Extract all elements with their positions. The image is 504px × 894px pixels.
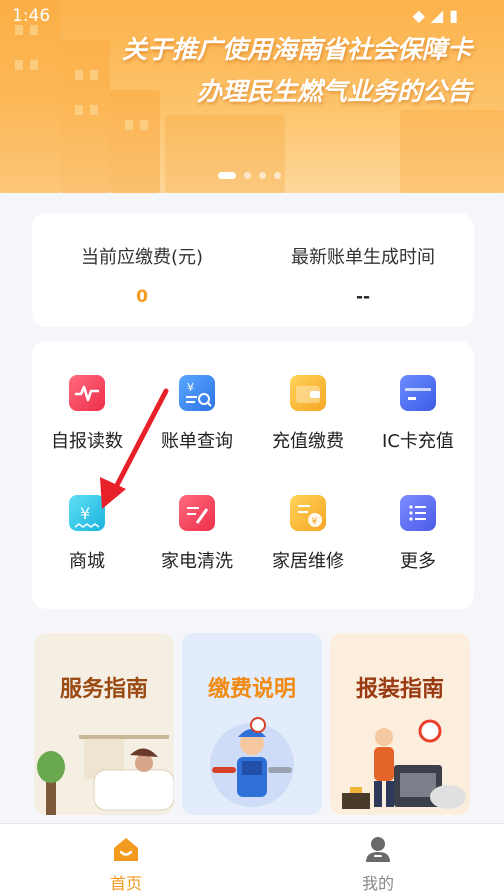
amount-due-label: 当前应缴费(元) xyxy=(80,247,204,268)
battery-icon: ▮ xyxy=(449,6,464,25)
menu-label: 商城 xyxy=(69,551,105,572)
bathroom-illustration xyxy=(37,735,174,815)
menu-item-ic-card[interactable]: IC卡充值 xyxy=(363,375,473,475)
latest-bill-section: 最新账单生成时间 -- xyxy=(252,213,474,327)
amount-due-section: 当前应缴费(元) 0 xyxy=(32,213,252,327)
note-edit-icon xyxy=(179,495,215,531)
menu-item-more[interactable]: 更多 xyxy=(363,495,473,595)
menu-label: IC卡充值 xyxy=(382,431,454,452)
card-icon xyxy=(400,375,436,411)
guide-title: 报装指南 xyxy=(355,677,444,702)
profile-icon xyxy=(366,837,390,862)
annotation-arrow xyxy=(100,388,169,509)
menu-item-recharge[interactable]: 充值缴费 xyxy=(253,375,363,475)
guide-title: 服务指南 xyxy=(59,677,148,702)
status-time: 1:46 xyxy=(12,6,51,26)
status-icons: ◆◢▮ xyxy=(413,6,464,25)
bill-summary-card: 当前应缴费(元) 0 最新账单生成时间 -- xyxy=(32,213,474,327)
nav-mine[interactable]: 我的 xyxy=(318,824,438,894)
menu-label: 家居维修 xyxy=(272,551,344,572)
installer-illustration xyxy=(342,719,466,809)
nav-home-label: 首页 xyxy=(109,874,142,893)
home-icon xyxy=(114,838,138,861)
carousel-dot xyxy=(259,172,266,179)
guide-card-service[interactable]: 服务指南 xyxy=(34,633,174,815)
guide-title: 缴费说明 xyxy=(207,677,296,702)
banner-title-line1: 关于推广使用海南省社会保障卡 xyxy=(121,35,472,64)
announcement-banner[interactable]: 1:46 ◆◢▮ 关于推广使用海南省社会保障卡 办理民生燃气业务的公告 xyxy=(0,0,504,193)
carousel-dot xyxy=(274,172,281,179)
bottom-navigation: 首页 我的 xyxy=(0,823,504,894)
wifi-icon: ◆ xyxy=(412,6,431,25)
menu-item-home-repair[interactable]: ¥ 家居维修 xyxy=(253,495,363,595)
amount-due-value: 0 xyxy=(136,287,148,307)
svg-text:¥: ¥ xyxy=(187,381,194,394)
more-list-icon xyxy=(400,495,436,531)
carousel-dot xyxy=(244,172,251,179)
signal-icon: ◢ xyxy=(430,6,450,25)
bill-search-icon: ¥ xyxy=(179,375,215,411)
menu-label: 充值缴费 xyxy=(272,431,344,452)
menu-label: 更多 xyxy=(400,551,436,572)
plumber-illustration xyxy=(210,717,294,807)
svg-text:¥: ¥ xyxy=(312,517,318,527)
carousel-dot xyxy=(218,172,236,179)
svg-text:¥: ¥ xyxy=(80,504,90,523)
wallet-icon xyxy=(290,375,326,411)
carousel-indicator xyxy=(218,172,281,179)
guide-card-installation[interactable]: 报装指南 xyxy=(330,633,470,815)
latest-bill-label: 最新账单生成时间 xyxy=(291,247,435,268)
banner-title-line2: 办理民生燃气业务的公告 xyxy=(196,77,472,106)
guide-card-payment[interactable]: 缴费说明 xyxy=(182,633,322,815)
latest-bill-value: -- xyxy=(355,287,371,307)
nav-home[interactable]: 首页 xyxy=(66,824,186,894)
menu-label: 家电清洗 xyxy=(161,551,233,572)
nav-mine-label: 我的 xyxy=(361,874,394,893)
repair-doc-icon: ¥ xyxy=(290,495,326,531)
